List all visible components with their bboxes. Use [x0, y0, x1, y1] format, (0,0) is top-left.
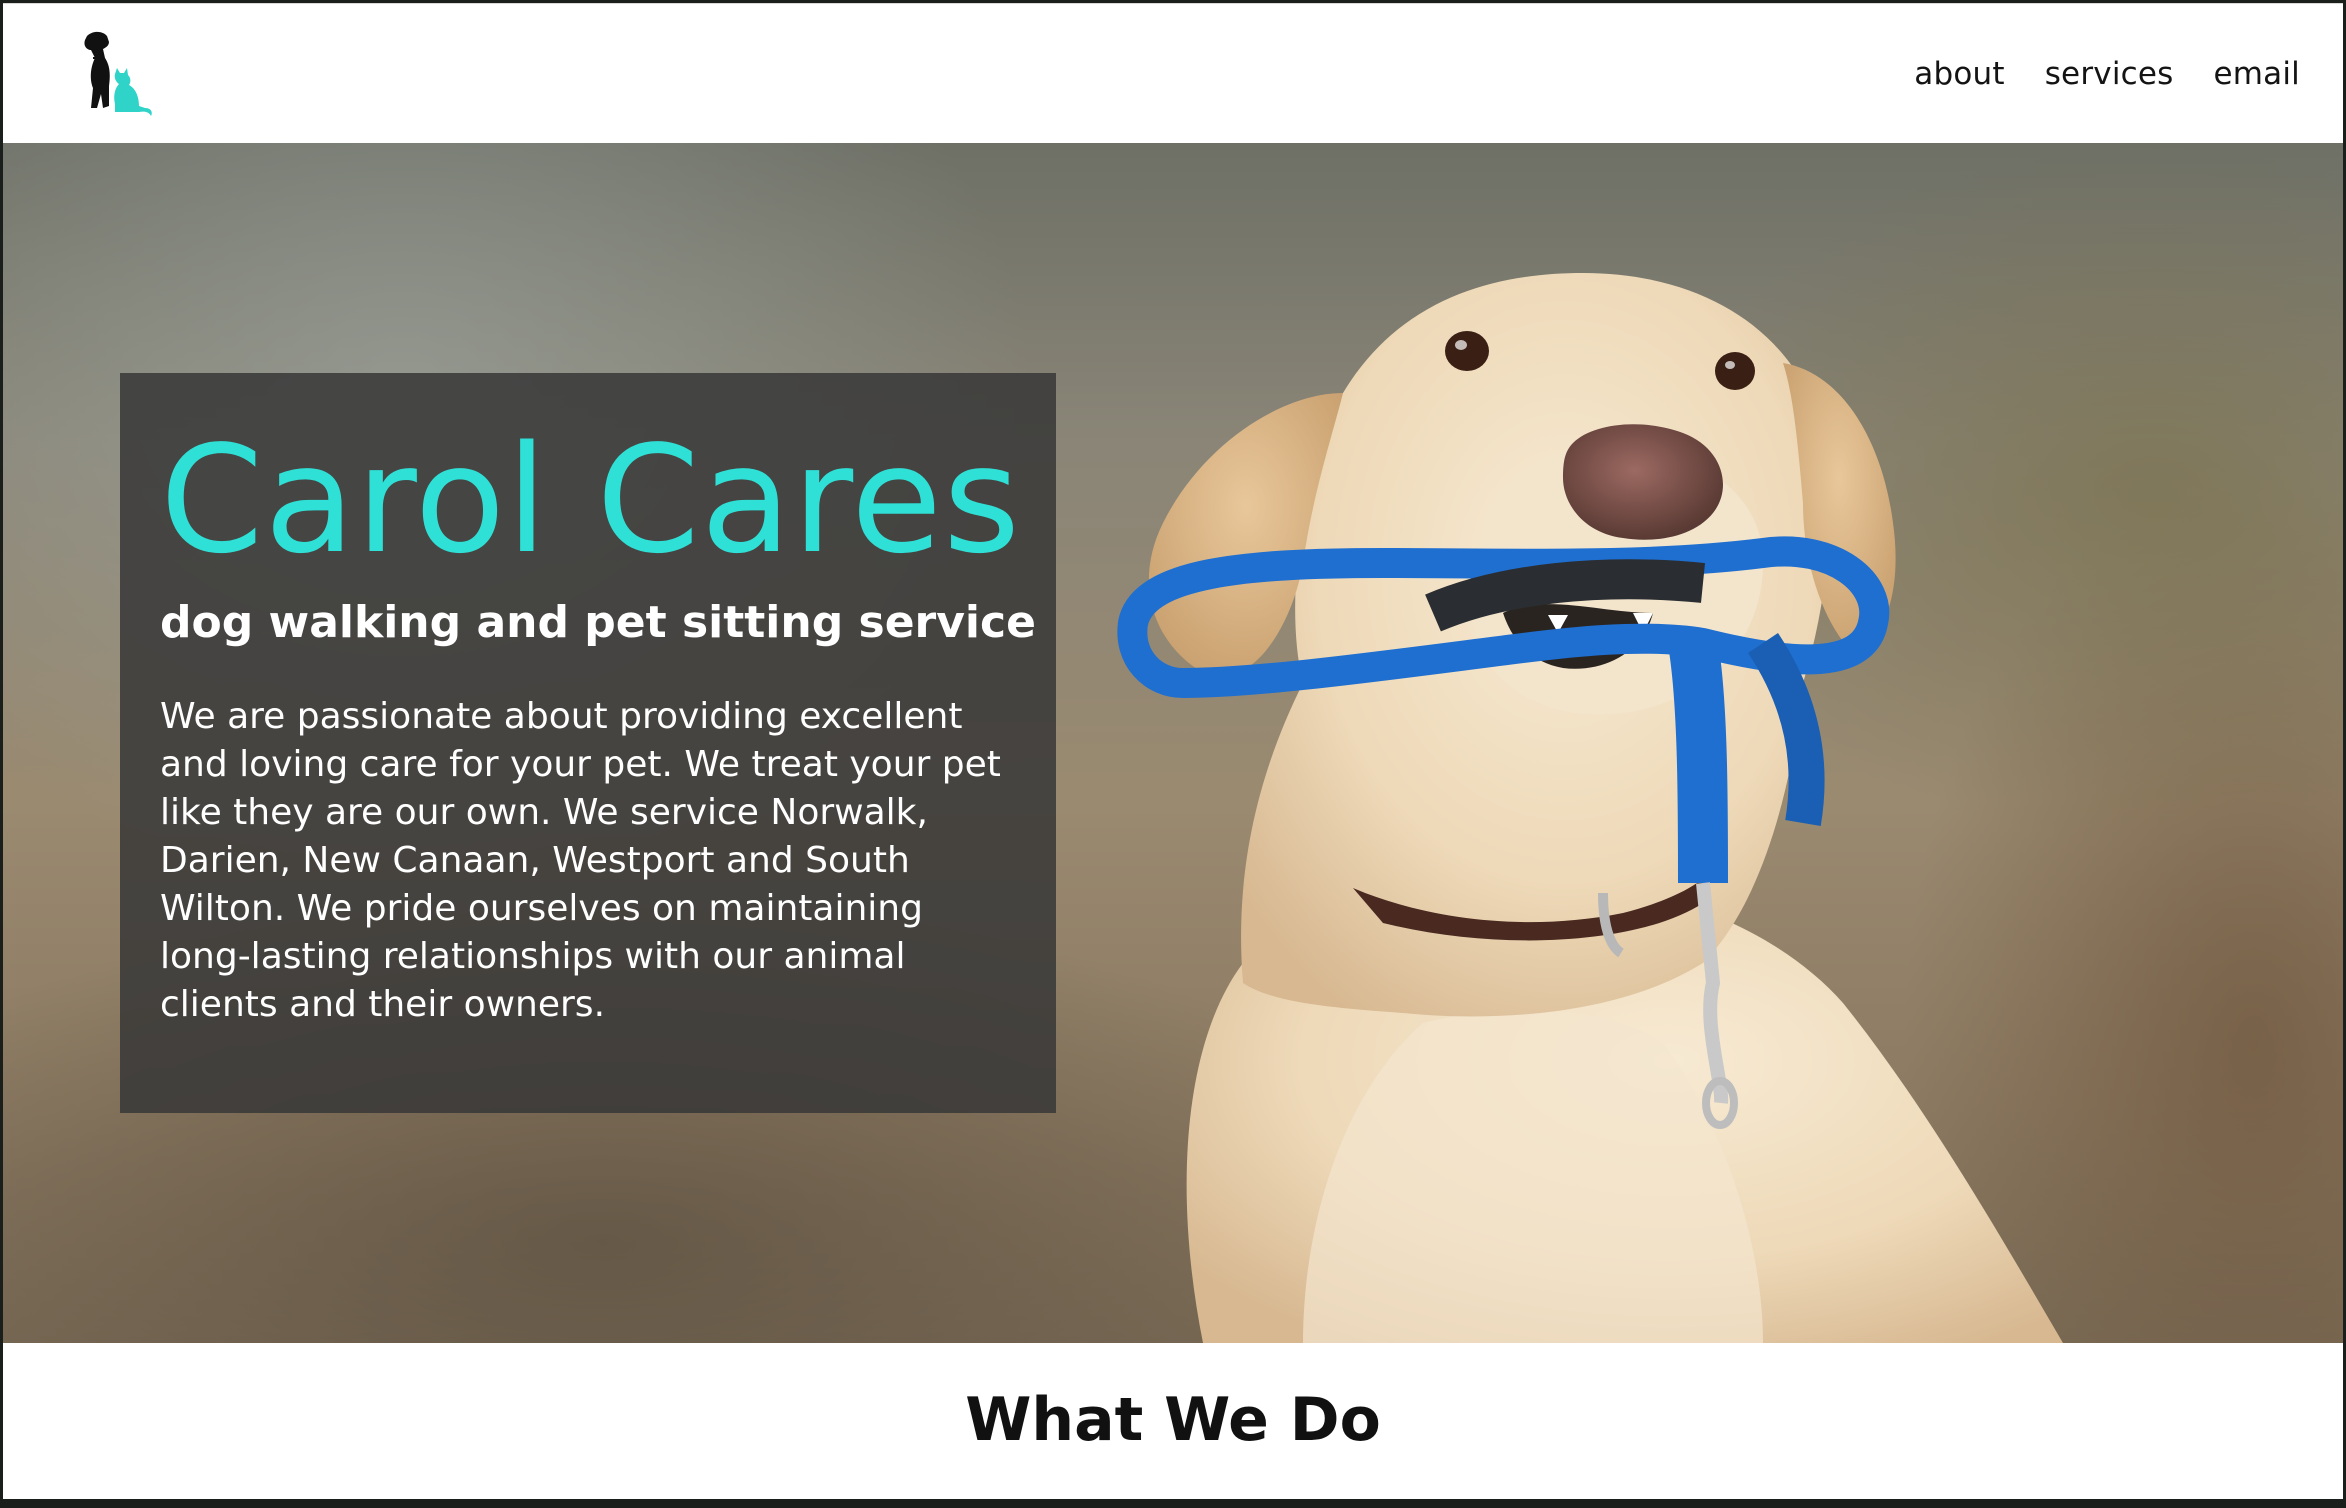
nav-about-link[interactable]: about	[1914, 56, 2004, 92]
top-navigation-bar: about services email	[3, 3, 2343, 144]
nav-email-link[interactable]: email	[2214, 56, 2301, 92]
hero-banner: Carol Cares dog walking and pet sitting …	[3, 143, 2343, 1343]
what-we-do-section: What We Do	[3, 1343, 2343, 1499]
dog-and-cat-logo-icon[interactable]	[79, 28, 171, 118]
main-nav: about services email	[1914, 56, 2300, 92]
brand-subtitle: dog walking and pet sitting service	[160, 597, 1036, 648]
section-heading: What We Do	[965, 1385, 1381, 1455]
nav-services-link[interactable]: services	[2045, 56, 2174, 92]
brand-title: Carol Cares	[160, 414, 1022, 586]
browser-page: about services email Carol Cares dog wal…	[0, 0, 2346, 1508]
intro-card: Carol Cares dog walking and pet sitting …	[120, 373, 1056, 1113]
intro-description: We are passionate about providing excell…	[160, 696, 1001, 1025]
